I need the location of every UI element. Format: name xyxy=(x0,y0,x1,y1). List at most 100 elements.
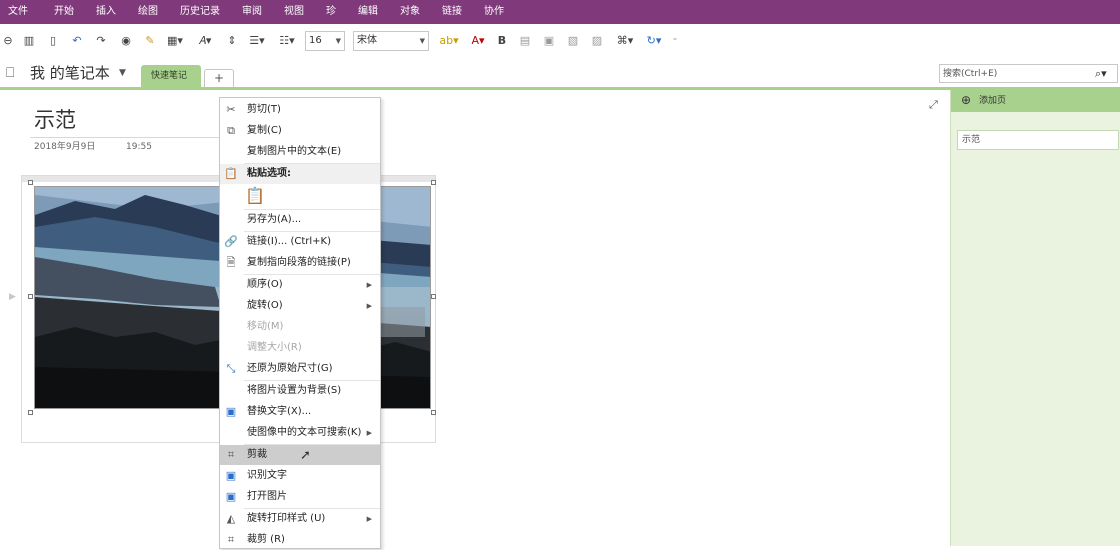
resize-handle[interactable] xyxy=(431,294,436,299)
menu-item-rotate-print-style[interactable]: ◭ 旋转打印样式 (U) ▶ xyxy=(220,509,380,529)
crop-icon: ⌗ xyxy=(227,448,235,461)
font-name-select[interactable]: 宋体 ▼ xyxy=(353,31,429,51)
menu-item-rotate[interactable]: 旋转(O) ▶ xyxy=(220,296,380,316)
menu-item-label: 复制图片中的文本(E) xyxy=(247,146,342,157)
menu-item-label: 调整大小(R) xyxy=(247,342,302,353)
rotate-print-icon: ◭ xyxy=(226,512,236,525)
menu-item-label: 旋转打印样式 (U) xyxy=(247,513,326,524)
expand-icon[interactable]: ⤢ xyxy=(929,99,938,111)
numbered-list-icon[interactable]: ☰▾ xyxy=(246,33,268,49)
add-page-button[interactable]: ⊕ 添加页 xyxy=(951,90,1120,112)
customize-toolbar-icon[interactable]: ⁼ xyxy=(670,33,680,49)
menu-view[interactable]: 视图 xyxy=(284,0,304,24)
resize-handle[interactable] xyxy=(431,410,436,415)
menu-draw[interactable]: 绘图 xyxy=(138,0,158,24)
insert-space-icon[interactable]: ▣ xyxy=(542,33,556,49)
menu-item-set-as-background[interactable]: 将图片设置为背景(S) xyxy=(220,381,380,401)
page-item-label: 示范 xyxy=(962,135,981,145)
menu-item-label: 复制指向段落的链接(P) xyxy=(247,257,351,268)
paragraph-link-icon: 🗎 xyxy=(226,256,236,269)
attach-icon[interactable]: ▨ xyxy=(590,33,604,49)
resize-handle[interactable] xyxy=(28,294,33,299)
mouse-cursor-icon: ➚ xyxy=(300,448,311,463)
menu-collaborate[interactable]: 协作 xyxy=(484,0,504,24)
page-title[interactable]: 示范 xyxy=(34,107,76,133)
menu-item-save-as[interactable]: 另存为(A)... xyxy=(220,210,380,230)
notebook-icon: ⎕ xyxy=(6,65,15,81)
page-time: 19:55 xyxy=(126,142,152,152)
menu-item-trim[interactable]: ⌗ 裁剪 (R) xyxy=(220,530,380,550)
paragraph-handle-icon[interactable]: ▶ xyxy=(9,291,16,303)
add-circle-icon: ⊕ xyxy=(961,93,972,107)
menu-item-label: 剪裁 xyxy=(247,449,267,460)
menu-item-order[interactable]: 顺序(O) ▶ xyxy=(220,275,380,295)
menu-item-label: 将图片设置为背景(S) xyxy=(247,385,342,396)
menu-item-restore-size[interactable]: ⤡ 还原为原始尺寸(G) xyxy=(220,359,380,379)
menu-review[interactable]: 审阅 xyxy=(242,0,262,24)
add-page-label: 添加页 xyxy=(979,96,1007,106)
title-underline xyxy=(30,137,230,138)
tab-quick-notes[interactable]: 快速笔记 xyxy=(141,65,201,87)
table-icon[interactable]: ▦▾ xyxy=(164,33,186,49)
notebook-title[interactable]: 我 的笔记本 xyxy=(30,64,110,82)
menu-item-label: 识别文字 xyxy=(247,470,287,481)
page-list-item[interactable]: 示范 xyxy=(957,130,1119,150)
copy-icon: ⧉ xyxy=(227,124,235,137)
menu-item-label: 还原为原始尺寸(G) xyxy=(247,363,333,374)
font-size-select[interactable]: 16 ▼ xyxy=(305,31,345,51)
align-icon[interactable]: ▤ xyxy=(518,33,532,49)
menu-item-label: 剪切(T) xyxy=(247,104,281,115)
bold-button[interactable]: B xyxy=(496,33,508,49)
menu-item-open-picture[interactable]: ▣ 打开图片 xyxy=(220,487,380,507)
menu-item-label: 旋转(O) xyxy=(247,300,283,311)
menu-link[interactable]: 链接 xyxy=(442,0,462,24)
dock-icon[interactable]: ◉ xyxy=(118,33,134,49)
bullet-list-icon[interactable]: ☷▾ xyxy=(276,33,298,49)
styles-icon[interactable]: ⌘▾ xyxy=(612,33,638,49)
search-icon[interactable]: ⌕▾ xyxy=(1095,66,1107,81)
menu-home[interactable]: 开始 xyxy=(54,0,74,24)
resize-handle[interactable] xyxy=(431,180,436,185)
redo-icon[interactable]: ↷ xyxy=(94,33,108,49)
chevron-down-icon[interactable]: ▼ xyxy=(119,67,126,79)
chevron-down-icon: ▼ xyxy=(419,37,425,45)
tab-label: 快速笔记 xyxy=(151,71,188,81)
menu-edit[interactable]: 编辑 xyxy=(358,0,378,24)
back-icon[interactable]: ⊖ xyxy=(1,33,15,49)
font-style-icon[interactable]: 𝐴▾ xyxy=(192,33,218,49)
paste-keep-format-icon[interactable]: 📋 xyxy=(245,186,265,206)
format-painter-icon[interactable]: ✎ xyxy=(142,33,158,49)
resize-handle[interactable] xyxy=(28,410,33,415)
screen-clip-icon[interactable]: ▧ xyxy=(566,33,580,49)
menu-item-make-text-searchable[interactable]: 使图像中的文本可搜索(K) ▶ xyxy=(220,423,380,443)
menu-file[interactable]: 文件 xyxy=(8,0,28,24)
menu-item-label: 另存为(A)... xyxy=(247,214,302,225)
menu-item-ocr[interactable]: ▣ 识别文字 xyxy=(220,466,380,486)
menu-item-copy[interactable]: ⧉ 复制(C) xyxy=(220,121,380,141)
restore-size-icon: ⤡ xyxy=(226,362,236,375)
add-section-tab[interactable]: + xyxy=(204,69,234,87)
menu-item-link[interactable]: 🔗 链接(I)... (Ctrl+K) xyxy=(220,232,380,252)
menu-item-cut[interactable]: ✂ 剪切(T) xyxy=(220,100,380,120)
new-page-icon[interactable]: ▯ xyxy=(46,33,60,49)
menu-item-alt-text[interactable]: ▣ 替换文字(X)... xyxy=(220,402,380,422)
menu-zhen[interactable]: 珍 xyxy=(326,0,336,24)
menu-item-copy-text-from-picture[interactable]: 复制图片中的文本(E) xyxy=(220,142,380,162)
alt-text-icon: ▣ xyxy=(225,405,237,418)
menu-item-label: 移动(M) xyxy=(247,321,284,332)
undo-icon[interactable]: ↶ xyxy=(70,33,84,49)
page-view-icon[interactable]: ▥ xyxy=(22,33,36,49)
line-spacing-icon[interactable]: ⇕ xyxy=(224,33,240,49)
font-color-icon[interactable]: A▾ xyxy=(466,33,490,49)
search-box[interactable]: 搜索(Ctrl+E) ⌕▾ xyxy=(939,64,1118,83)
resize-handle[interactable] xyxy=(28,180,33,185)
menu-history[interactable]: 历史记录 xyxy=(180,0,220,24)
menu-item-crop[interactable]: ⌗ 剪裁 ➚ xyxy=(220,445,380,465)
menu-insert[interactable]: 插入 xyxy=(96,0,116,24)
ribbon-menu-bar: 文件 开始 插入 绘图 历史记录 审阅 视图 珍 编辑 对象 链接 协作 xyxy=(0,0,1120,24)
page-list-pane: ⊕ 添加页 示范 xyxy=(950,90,1120,546)
menu-object[interactable]: 对象 xyxy=(400,0,420,24)
highlight-icon[interactable]: ab▾ xyxy=(436,33,462,49)
sync-icon[interactable]: ↻▾ xyxy=(644,33,664,49)
menu-item-copy-paragraph-link[interactable]: 🗎 复制指向段落的链接(P) xyxy=(220,253,380,273)
